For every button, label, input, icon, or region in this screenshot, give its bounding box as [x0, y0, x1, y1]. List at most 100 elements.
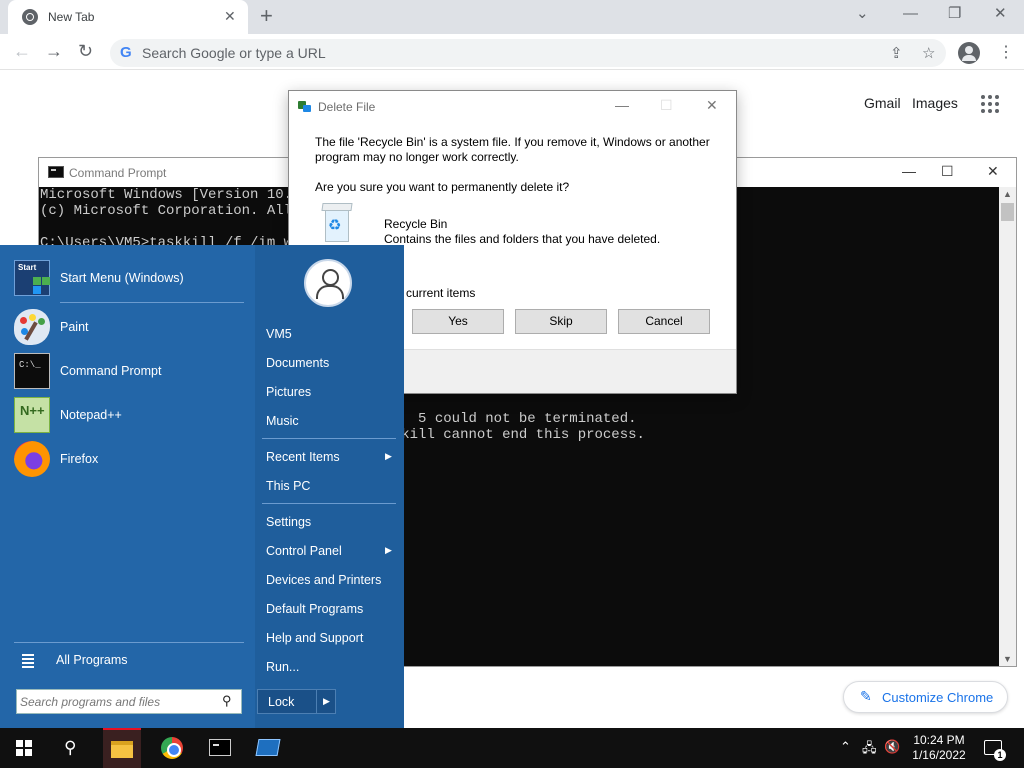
dialog-maximize-icon: ☐: [660, 97, 673, 113]
firefox-icon: [14, 441, 50, 477]
start-menu-icon: Start: [14, 260, 50, 296]
start-button[interactable]: [0, 728, 48, 768]
tab-close-icon[interactable]: ✕: [224, 8, 236, 24]
delete-file-icon: [298, 101, 312, 112]
start-item-user[interactable]: VM5: [255, 321, 400, 347]
program-item-firefox[interactable]: Firefox: [14, 439, 249, 479]
apply-to-all-label[interactable]: current items: [406, 286, 475, 300]
tab-search-chevron-icon[interactable]: ⌄: [856, 6, 869, 22]
start-item-control-panel[interactable]: Control Panel ▶: [255, 538, 400, 564]
taskbar: ⚲ ⌃ 🖧 🔇 10:24 PM 1/16/2022 1: [0, 728, 1024, 768]
taskbar-clock[interactable]: 10:24 PM 1/16/2022: [905, 733, 973, 763]
program-item-start-menu[interactable]: Start Start Menu (Windows): [14, 258, 249, 298]
customize-chrome-button[interactable]: ✎ Customize Chrome: [843, 681, 1008, 713]
scroll-up-icon[interactable]: ▲: [1003, 189, 1012, 199]
search-icon[interactable]: ⚲: [64, 738, 76, 758]
all-programs-label: All Programs: [56, 653, 128, 667]
start-search-input[interactable]: [20, 693, 215, 710]
start-item-documents[interactable]: Documents: [255, 350, 400, 376]
windows-logo-icon: [16, 740, 32, 756]
chrome-favicon-icon: [22, 9, 38, 25]
lock-label: Lock: [268, 695, 295, 709]
dialog-minimize-icon[interactable]: —: [615, 97, 629, 113]
search-icon[interactable]: ⚲: [222, 693, 232, 709]
gmail-link[interactable]: Gmail: [864, 95, 901, 111]
show-hidden-icons-chevron-icon[interactable]: ⌃: [840, 739, 851, 755]
back-arrow-icon[interactable]: ←: [13, 41, 31, 61]
program-item-command-prompt[interactable]: C:\_ Command Prompt: [14, 351, 249, 391]
lock-options-arrow[interactable]: ▶: [316, 690, 336, 713]
omnibox-input[interactable]: [142, 44, 842, 62]
pencil-icon: ✎: [860, 688, 872, 704]
profile-avatar-icon[interactable]: [958, 42, 980, 64]
cmd-maximize-icon[interactable]: ☐: [941, 163, 954, 179]
menu-kebab-icon[interactable]: ⋮: [998, 42, 1014, 62]
start-item-recent-items[interactable]: Recent Items ▶: [255, 444, 400, 470]
close-icon[interactable]: ✕: [994, 6, 1007, 22]
file-name: Recycle Bin: [384, 217, 448, 231]
lock-button[interactable]: Lock ▶: [257, 689, 336, 714]
cmd-minimize-icon[interactable]: —: [902, 163, 916, 179]
scroll-thumb[interactable]: [1001, 203, 1014, 221]
network-icon[interactable]: 🖧: [862, 739, 877, 761]
google-g-icon: G: [120, 44, 132, 61]
start-item-music[interactable]: Music: [255, 408, 400, 434]
chrome-icon: [161, 737, 183, 759]
dialog-titlebar[interactable]: Delete File — ☐ ✕: [289, 91, 736, 121]
volume-muted-icon[interactable]: 🔇: [884, 739, 900, 755]
chevron-right-icon: ▶: [323, 696, 330, 706]
start-item-default-programs[interactable]: Default Programs: [255, 596, 400, 622]
start-search-box[interactable]: ⚲: [16, 689, 242, 714]
separator: [60, 302, 244, 303]
cmd-title: Command Prompt: [69, 166, 167, 180]
start-item-run[interactable]: Run...: [255, 654, 400, 680]
cmd-scrollbar[interactable]: ▲ ▼: [999, 187, 1016, 666]
notification-count-badge: 1: [994, 749, 1006, 761]
scroll-down-icon[interactable]: ▼: [1003, 654, 1012, 664]
restore-icon[interactable]: ❐: [948, 6, 961, 22]
user-avatar[interactable]: [304, 259, 352, 307]
browser-toolbar: ← → ↻ G ⇪ ☆ ⋮: [0, 34, 1024, 70]
google-apps-icon[interactable]: [981, 95, 999, 113]
program-label: Paint: [60, 320, 89, 334]
separator: [14, 642, 244, 643]
taskbar-file-explorer[interactable]: [103, 728, 141, 768]
start-item-this-pc[interactable]: This PC: [255, 473, 400, 499]
taskbar-command-prompt[interactable]: [196, 728, 244, 768]
start-item-pictures[interactable]: Pictures: [255, 379, 400, 405]
forward-arrow-icon[interactable]: →: [45, 41, 63, 61]
skip-button[interactable]: Skip: [515, 309, 607, 334]
start-item-devices-and-printers[interactable]: Devices and Printers: [255, 567, 400, 593]
file-description: Contains the files and folders that you …: [384, 232, 661, 246]
program-label: Start Menu (Windows): [60, 271, 184, 285]
taskbar-chrome[interactable]: [148, 728, 196, 768]
taskbar-app[interactable]: [244, 728, 292, 768]
tab-strip: New Tab ✕ + ⌄ — ❐ ✕: [0, 0, 1024, 34]
customize-chrome-label: Customize Chrome: [882, 690, 994, 705]
bookmark-star-icon[interactable]: ☆: [922, 44, 935, 62]
clock-date: 1/16/2022: [912, 748, 966, 762]
reload-icon[interactable]: ↻: [78, 41, 93, 61]
app-window-icon: [255, 739, 281, 756]
start-item-settings[interactable]: Settings: [255, 509, 400, 535]
minimize-icon[interactable]: —: [903, 6, 918, 22]
program-label: Command Prompt: [60, 364, 162, 378]
recycle-bin-icon: ♻: [321, 203, 353, 243]
dialog-close-icon[interactable]: ✕: [706, 97, 718, 113]
cmd-close-icon[interactable]: ✕: [987, 163, 999, 179]
separator: [262, 503, 396, 504]
start-item-help-and-support[interactable]: Help and Support: [255, 625, 400, 651]
omnibox[interactable]: G ⇪ ☆: [110, 39, 946, 67]
cancel-button[interactable]: Cancel: [618, 309, 710, 334]
program-item-paint[interactable]: Paint: [14, 307, 249, 347]
new-tab-icon[interactable]: +: [260, 5, 273, 27]
images-link[interactable]: Images: [912, 95, 958, 111]
tab-new-tab[interactable]: New Tab ✕: [8, 0, 248, 34]
yes-button[interactable]: Yes: [412, 309, 504, 334]
command-prompt-icon: [48, 166, 64, 178]
command-prompt-icon: [209, 739, 231, 756]
program-item-notepad-plus-plus[interactable]: N++ Notepad++: [14, 395, 249, 435]
separator: [262, 438, 396, 439]
submenu-arrow-icon: ▶: [385, 545, 392, 555]
share-icon[interactable]: ⇪: [890, 44, 903, 62]
